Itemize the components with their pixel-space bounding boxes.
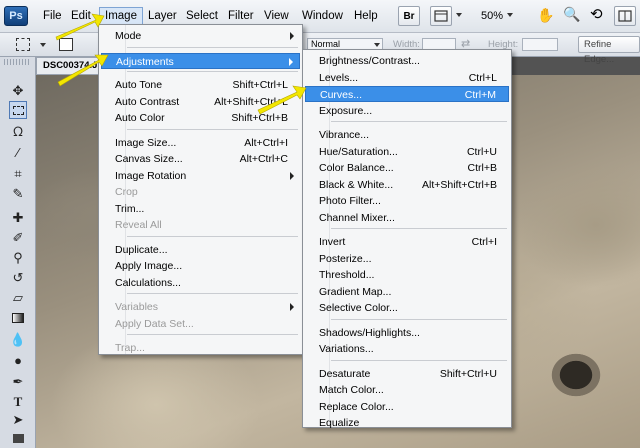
annotation-arrows [55, 13, 307, 115]
annotation-arrow-curves [257, 85, 307, 115]
annotation-arrow-image-menu [55, 13, 105, 41]
annotation-arrow-adjustments [57, 54, 109, 87]
